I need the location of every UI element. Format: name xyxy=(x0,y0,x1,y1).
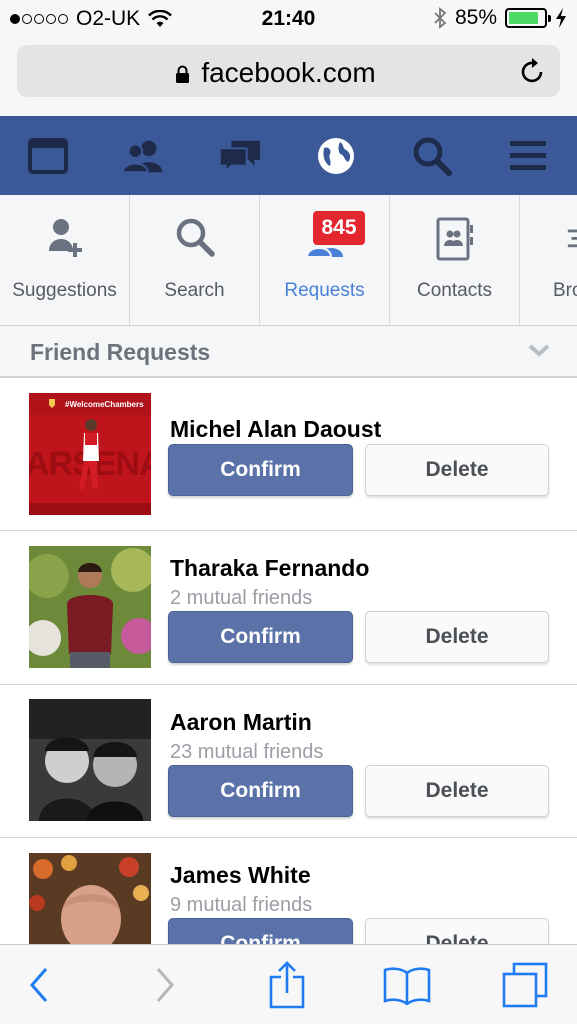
url-text: facebook.com xyxy=(201,57,376,88)
search-icon xyxy=(176,218,215,257)
section-title: Friend Requests xyxy=(30,339,211,365)
bluetooth-icon xyxy=(434,7,447,29)
tabs-icon[interactable] xyxy=(500,959,550,1011)
request-name[interactable]: Aaron Martin xyxy=(170,709,312,736)
tab-requests-label: Requests xyxy=(284,280,365,301)
tab-browse[interactable]: Bro xyxy=(520,195,577,325)
bookmarks-icon[interactable] xyxy=(382,959,432,1011)
friend-request-item: James White 9 mutual friends Confirm Del… xyxy=(0,838,577,944)
mutual-friends-count[interactable]: 2 mutual friends xyxy=(170,587,312,610)
friend-request-item: Tharaka Fernando 2 mutual friends Confir… xyxy=(0,531,577,685)
profile-photo[interactable] xyxy=(29,546,151,668)
mutual-friends-count[interactable]: 23 mutual friends xyxy=(170,741,323,764)
chevron-down-icon[interactable] xyxy=(527,342,551,358)
search-icon[interactable] xyxy=(410,134,454,178)
photo-hashtag-text: #WelcomeChambers xyxy=(65,400,144,409)
delete-button[interactable]: Delete xyxy=(365,765,549,817)
delete-button[interactable]: Delete xyxy=(365,918,549,944)
friends-subnav: Suggestions Search 845 Requests Contacts… xyxy=(0,195,577,326)
friend-request-item: #WelcomeChambers ARSENAL Michel Alan Dao… xyxy=(0,378,577,531)
delete-button[interactable]: Delete xyxy=(365,611,549,663)
tab-contacts[interactable]: Contacts xyxy=(390,195,520,325)
battery-icon xyxy=(505,8,551,28)
facebook-top-nav: 2 xyxy=(0,116,577,270)
browser-toolbar xyxy=(0,944,577,1024)
friend-requests-header[interactable]: Friend Requests xyxy=(0,326,577,378)
mutual-friends-count[interactable]: 9 mutual friends xyxy=(170,894,312,917)
confirm-button[interactable]: Confirm xyxy=(168,444,353,496)
confirm-button[interactable]: Confirm xyxy=(168,611,353,663)
address-bar[interactable]: facebook.com xyxy=(17,45,560,97)
charging-bolt-icon xyxy=(556,8,566,28)
status-bar: O2-UK 21:40 85% xyxy=(0,0,577,38)
reload-icon[interactable] xyxy=(520,57,546,85)
tab-search[interactable]: Search xyxy=(130,195,260,325)
add-friend-icon xyxy=(48,219,82,257)
friend-requests-icon[interactable] xyxy=(122,134,166,178)
tab-contacts-label: Contacts xyxy=(417,280,492,301)
delete-button[interactable]: Delete xyxy=(365,444,549,496)
profile-photo[interactable]: #WelcomeChambers ARSENAL xyxy=(29,393,151,515)
request-name[interactable]: James White xyxy=(170,862,311,889)
contacts-book-icon xyxy=(436,217,473,261)
news-feed-icon[interactable] xyxy=(26,134,70,178)
friend-request-list: #WelcomeChambers ARSENAL Michel Alan Dao… xyxy=(0,378,577,944)
requests-count-badge: 845 xyxy=(313,211,365,245)
browser-address-area: facebook.com xyxy=(0,38,577,116)
battery-percent: 85% xyxy=(454,6,497,29)
tab-search-label: Search xyxy=(164,280,225,301)
status-right-group: 85% xyxy=(433,6,567,30)
menu-icon[interactable] xyxy=(506,134,550,178)
confirm-button[interactable]: Confirm xyxy=(168,765,353,817)
forward-icon[interactable] xyxy=(140,959,190,1011)
profile-photo[interactable] xyxy=(29,853,151,944)
friend-request-item: Aaron Martin 23 mutual friends Confirm D… xyxy=(0,685,577,838)
share-icon[interactable] xyxy=(262,959,312,1011)
request-name[interactable]: Michel Alan Daoust xyxy=(170,416,381,443)
request-name[interactable]: Tharaka Fernando xyxy=(170,555,369,582)
tab-suggestions-label: Suggestions xyxy=(12,280,117,301)
back-icon[interactable] xyxy=(14,959,64,1011)
confirm-button[interactable]: Confirm xyxy=(168,918,353,944)
tab-browse-label: Bro xyxy=(553,280,577,301)
browse-icon xyxy=(567,229,577,248)
messages-icon[interactable] xyxy=(218,134,262,178)
tab-requests[interactable]: 845 Requests xyxy=(260,195,390,325)
notifications-globe-icon[interactable] xyxy=(314,134,358,178)
profile-photo[interactable] xyxy=(29,699,151,821)
tab-suggestions[interactable]: Suggestions xyxy=(0,195,130,325)
